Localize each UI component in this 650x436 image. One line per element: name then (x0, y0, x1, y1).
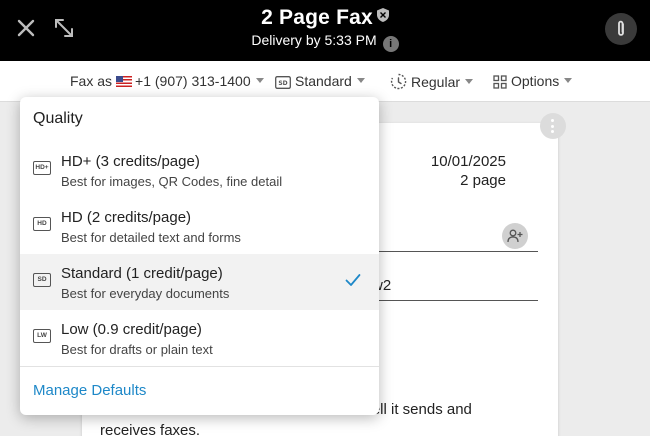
sd-icon: SD (33, 273, 51, 287)
cover-date: 10/01/2025 (430, 153, 506, 170)
hd-plus-icon: HD+ (33, 161, 51, 175)
quality-option-standard[interactable]: SD Standard (1 credit/page) Best for eve… (20, 254, 379, 310)
chevron-down-icon (255, 78, 264, 83)
speed-value: Regular (411, 74, 461, 90)
cover-page-count: 2 page (460, 172, 506, 189)
fax-settings-toolbar: Fax as +1 (907) 313-1400 SD Standard Regul… (0, 61, 650, 102)
quality-dropdown-menu: Quality HD+ HD+ (3 credits/page) Best fo… (20, 97, 379, 415)
option-label: HD+ (3 credits/page) (61, 153, 200, 170)
options-selector[interactable]: Options (493, 73, 573, 92)
fax-as-label: Fax as (70, 73, 113, 89)
hd-icon: HD (33, 217, 51, 231)
quality-option-hd[interactable]: HD HD (2 credits/page) Best for detailed… (20, 198, 379, 254)
speed-selector[interactable]: Regular (390, 73, 474, 93)
manage-defaults-link[interactable]: Manage Defaults (33, 382, 146, 399)
option-description: Best for everyday documents (61, 286, 230, 301)
info-icon[interactable]: i (382, 36, 399, 52)
svg-text:SD: SD (278, 80, 287, 87)
options-label: Options (511, 73, 560, 89)
lw-icon: LW (33, 329, 51, 343)
dropdown-title: Quality (33, 110, 83, 127)
body-line-2: receives faxes. (100, 422, 201, 436)
option-description: Best for detailed text and forms (61, 230, 241, 245)
option-label: HD (2 credits/page) (61, 209, 192, 226)
option-label: Standard (1 credit/page) (61, 265, 223, 282)
clock-icon (390, 73, 407, 93)
quality-value: Standard (295, 73, 352, 89)
fax-title: 2 Page Fax (0, 4, 650, 30)
add-contact-button[interactable] (502, 223, 528, 249)
quality-option-low[interactable]: LW Low (0.9 credit/page) Best for drafts… (20, 310, 379, 366)
quality-option-hd-plus[interactable]: HD+ HD+ (3 credits/page) Best for images… (20, 142, 379, 198)
option-description: Best for drafts or plain text (61, 342, 213, 357)
us-flag-icon (116, 76, 133, 87)
paperclip-icon (618, 20, 624, 36)
top-bar: 2 Page Fax Delivery by 5:33 PM i (0, 0, 650, 61)
quality-badge-icon: SD (275, 76, 291, 92)
delivery-text: Delivery by 5:33 PM (251, 32, 377, 48)
delivery-time: Delivery by 5:33 PM i (0, 32, 650, 52)
option-label: Low (0.9 credit/page) (61, 321, 202, 338)
attach-button[interactable] (605, 13, 637, 45)
chevron-down-icon (465, 79, 474, 84)
fax-as-selector[interactable]: Fax as +1 (907) 313-1400 (70, 73, 264, 89)
chevron-down-icon (356, 78, 365, 83)
option-description: Best for images, QR Codes, fine detail (61, 174, 283, 189)
dropdown-divider (20, 366, 379, 367)
grid-icon (493, 75, 507, 92)
shield-icon (376, 4, 389, 28)
fax-title-text: 2 Page Fax (261, 6, 373, 29)
fax-number: +1 (907) 313-1400 (135, 73, 251, 89)
checkmark-icon (345, 273, 361, 292)
more-options-icon[interactable] (540, 113, 566, 139)
chevron-down-icon (564, 78, 573, 83)
quality-selector[interactable]: SD Standard (275, 73, 365, 92)
add-contact-icon (507, 229, 523, 243)
